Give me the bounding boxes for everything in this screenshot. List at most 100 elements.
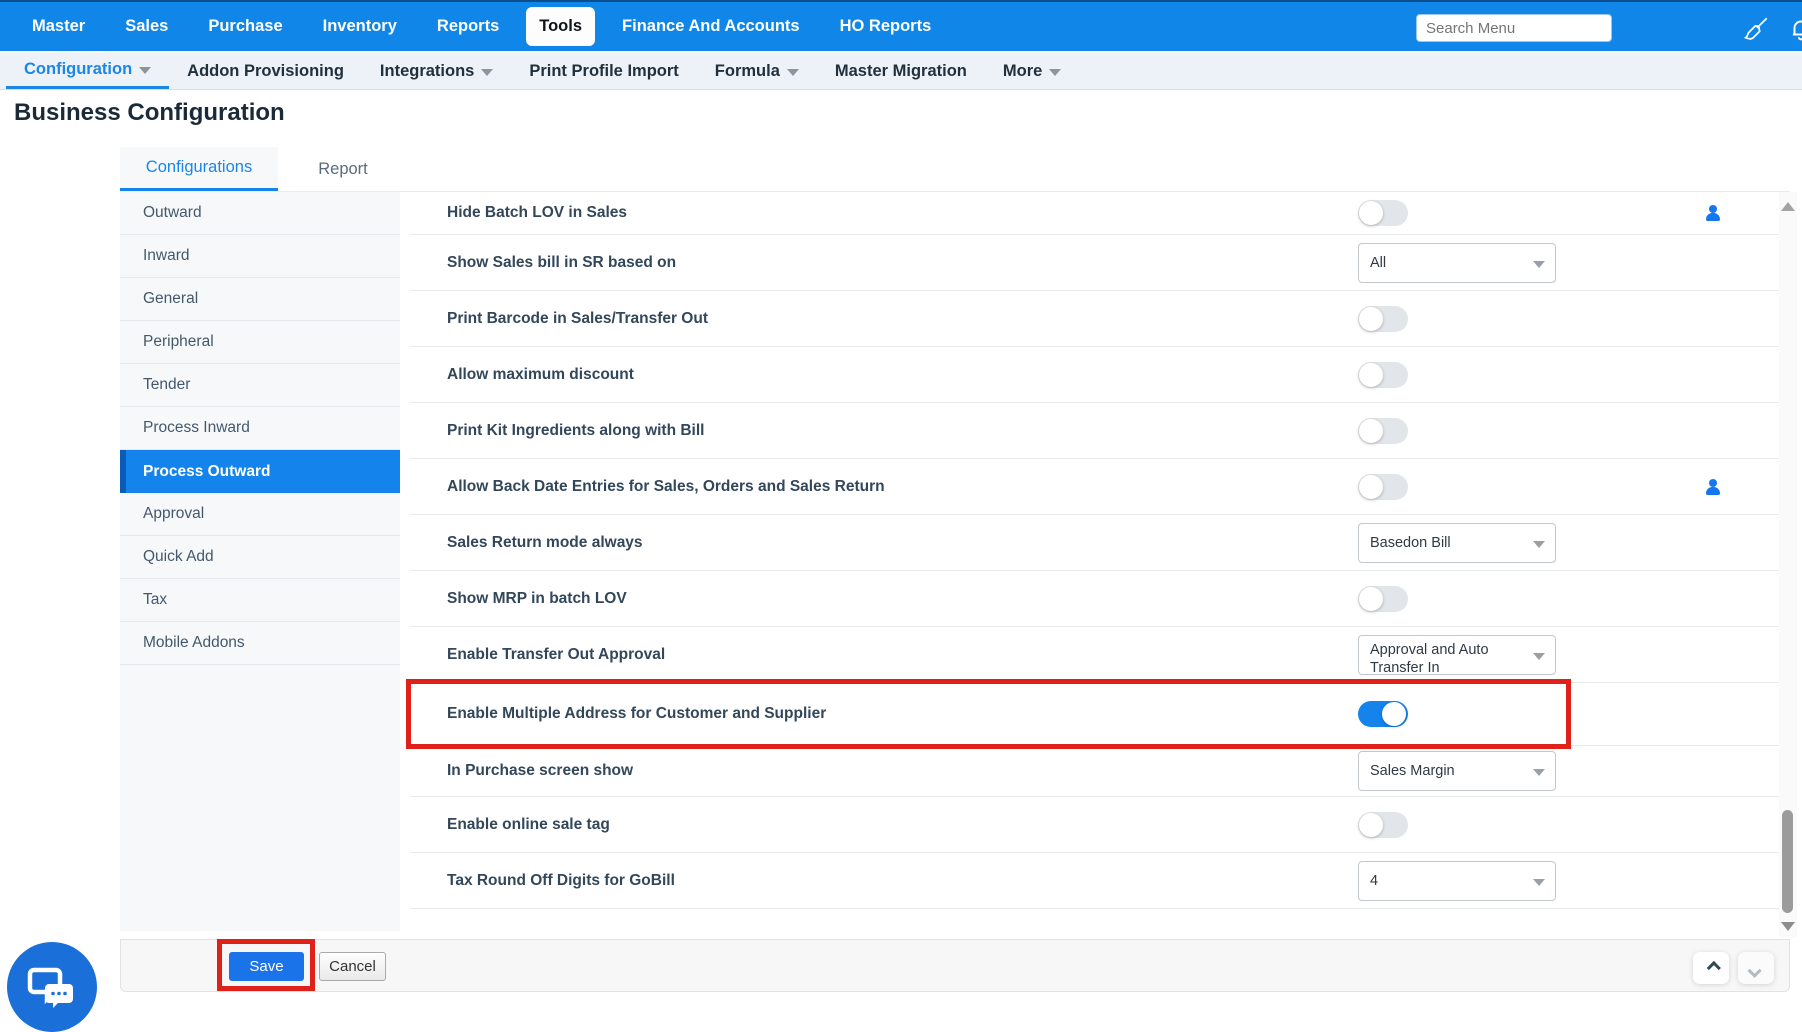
setting-row-in-purchase-screen-show: In Purchase screen show Sales Margin bbox=[410, 746, 1784, 797]
search-input[interactable] bbox=[1416, 14, 1612, 42]
sidebar-item-quick-add[interactable]: Quick Add bbox=[120, 536, 400, 579]
setting-label: Show MRP in batch LOV bbox=[447, 589, 627, 607]
scroll-to-top-button[interactable] bbox=[1693, 952, 1729, 984]
save-button[interactable]: Save bbox=[229, 952, 304, 981]
paintbrush-icon[interactable] bbox=[1743, 15, 1770, 41]
toggle-switch-print-barcode-in-sales-transfer-out[interactable] bbox=[1358, 305, 1408, 332]
setting-control bbox=[1358, 417, 1408, 444]
setting-control: Basedon Bill bbox=[1358, 522, 1556, 563]
sidebar-item-inward[interactable]: Inward bbox=[120, 235, 400, 278]
dropdown-caret-icon bbox=[139, 67, 152, 74]
dropdown-caret-icon bbox=[1533, 652, 1545, 660]
dropdown-caret-icon bbox=[1533, 878, 1545, 886]
user-icon-head bbox=[1709, 478, 1717, 487]
settings-list: Hide Batch LOV in Sales Show Sales bill i… bbox=[400, 191, 1790, 931]
dropdown-caret-icon bbox=[1533, 769, 1545, 776]
dropdown-caret-icon bbox=[786, 68, 799, 76]
sidebar-item-mobile-addons[interactable]: Mobile Addons bbox=[120, 622, 400, 665]
setting-row-enable-online-sale-tag: Enable online sale tag bbox=[410, 797, 1784, 853]
config-sidebar: Outward Inward General Peripheral Tender Proc… bbox=[120, 191, 400, 931]
sidebar-item-outward[interactable]: Outward bbox=[120, 192, 400, 235]
toggle-switch-allow-back-date-entries-for-sales-orders-and-sales-return[interactable] bbox=[1358, 473, 1408, 500]
toggle-knob bbox=[1359, 474, 1383, 499]
dropdown-tax-round-off-digits-for-gobill[interactable]: 4 bbox=[1358, 860, 1556, 901]
toggle-knob bbox=[1359, 812, 1383, 837]
toggle-switch-enable-multiple-address-for-customer-and-supplier[interactable] bbox=[1358, 701, 1408, 727]
top-nav-item-finance-and-accounts[interactable]: Finance And Accounts bbox=[622, 17, 800, 36]
tab-report[interactable]: Report bbox=[278, 147, 408, 191]
scrollbar-up-arrow-icon[interactable] bbox=[1781, 202, 1795, 211]
sub-nav-label: Master Migration bbox=[834, 61, 967, 80]
top-nav-item-master[interactable]: Master bbox=[32, 17, 85, 36]
setting-label: Allow maximum discount bbox=[447, 365, 634, 383]
sub-nav-item-integrations[interactable]: Integrations bbox=[362, 53, 511, 89]
sub-nav-item-master-migration[interactable]: Master Migration bbox=[817, 53, 985, 89]
top-nav-item-purchase[interactable]: Purchase bbox=[208, 17, 282, 36]
toggle-switch-enable-online-sale-tag[interactable] bbox=[1358, 811, 1408, 838]
settings-scrollbar[interactable] bbox=[1779, 192, 1797, 937]
setting-label: Sales Return mode always bbox=[447, 533, 643, 551]
toggle-switch-allow-maximum-discount[interactable] bbox=[1358, 361, 1408, 388]
top-nav-item-reports[interactable]: Reports bbox=[437, 17, 499, 36]
setting-control bbox=[1358, 200, 1408, 226]
dropdown-caret-icon bbox=[481, 68, 494, 76]
setting-control bbox=[1358, 305, 1408, 332]
scrollbar-down-arrow-icon[interactable] bbox=[1781, 922, 1795, 931]
setting-row-allow-maximum-discount: Allow maximum discount bbox=[410, 347, 1784, 403]
setting-label: Enable Transfer Out Approval bbox=[447, 645, 666, 663]
setting-label: Tax Round Off Digits for GoBill bbox=[447, 871, 675, 889]
sub-nav-item-print-profile-import[interactable]: Print Profile Import bbox=[511, 53, 696, 89]
toggle-switch-show-mrp-in-batch-lov[interactable] bbox=[1358, 585, 1408, 612]
sidebar-item-process-inward[interactable]: Process Inward bbox=[120, 407, 400, 450]
dropdown-sales-return-mode-always[interactable]: Basedon Bill bbox=[1358, 522, 1556, 563]
toggle-knob bbox=[1359, 306, 1383, 331]
sub-nav-label: Integrations bbox=[379, 61, 475, 80]
setting-label: Print Kit Ingredients along with Bill bbox=[447, 421, 705, 439]
setting-row-print-barcode-in-sales-transfer-out: Print Barcode in Sales/Transfer Out bbox=[410, 291, 1784, 347]
sub-nav-item-formula[interactable]: Formula bbox=[697, 53, 817, 89]
toggle-switch-print-kit-ingredients-along-with-bill[interactable] bbox=[1358, 417, 1408, 444]
dropdown-in-purchase-screen-show[interactable]: Sales Margin bbox=[1358, 751, 1556, 791]
sub-nav-item-configuration[interactable]: Configuration bbox=[6, 53, 170, 89]
dropdown-caret-icon bbox=[1533, 260, 1545, 268]
sidebar-item-general[interactable]: General bbox=[120, 278, 400, 321]
setting-control: Sales Margin bbox=[1358, 751, 1556, 791]
sidebar-item-approval[interactable]: Approval bbox=[120, 493, 400, 536]
sub-nav-label: Addon Provisioning bbox=[187, 61, 344, 80]
setting-row-print-kit-ingredients-along-with-bill: Print Kit Ingredients along with Bill bbox=[410, 403, 1784, 459]
scroll-to-bottom-button[interactable] bbox=[1738, 952, 1774, 984]
business-configuration-page: { "topbar": { "items": ["Master", "Sales… bbox=[0, 0, 1802, 1032]
setting-row-show-sales-bill-in-sr-based-on: Show Sales bill in SR based on All bbox=[410, 235, 1784, 291]
dropdown-show-sales-bill-in-sr-based-on[interactable]: All bbox=[1358, 242, 1556, 283]
setting-row-show-mrp-in-batch-lov: Show MRP in batch LOV bbox=[410, 571, 1784, 627]
scrollbar-thumb[interactable] bbox=[1782, 810, 1793, 913]
sub-nav-item-more[interactable]: More bbox=[985, 53, 1079, 89]
notification-bell-icon[interactable] bbox=[1788, 15, 1802, 41]
top-nav-bar: Master Sales Purchase Inventory Reports Tools… bbox=[0, 0, 1802, 51]
cancel-button[interactable]: Cancel bbox=[319, 952, 386, 981]
toggle-switch-hide-batch-lov-in-sales[interactable] bbox=[1358, 200, 1408, 226]
top-nav-item-tools[interactable]: Tools bbox=[526, 7, 596, 46]
setting-label: In Purchase screen show bbox=[447, 762, 634, 779]
top-nav-item-ho-reports[interactable]: HO Reports bbox=[840, 17, 932, 36]
setting-label: Allow Back Date Entries for Sales, Order… bbox=[447, 477, 885, 495]
config-tabs: Configurations Report bbox=[120, 147, 408, 191]
top-nav-item-inventory[interactable]: Inventory bbox=[323, 17, 397, 36]
dropdown-enable-transfer-out-approval[interactable]: Approval and Auto Transfer In bbox=[1358, 634, 1556, 675]
support-chat-button[interactable] bbox=[7, 942, 97, 1032]
top-nav-item-sales[interactable]: Sales bbox=[125, 17, 168, 36]
setting-label: Enable Multiple Address for Customer and… bbox=[447, 705, 827, 722]
sidebar-item-tax[interactable]: Tax bbox=[120, 579, 400, 622]
sidebar-item-peripheral[interactable]: Peripheral bbox=[120, 321, 400, 364]
dropdown-caret-icon bbox=[1049, 68, 1062, 76]
toggle-knob bbox=[1359, 418, 1383, 443]
setting-label: Show Sales bill in SR based on bbox=[447, 253, 677, 271]
tab-configurations[interactable]: Configurations bbox=[120, 147, 278, 191]
sub-nav-label: More bbox=[1002, 61, 1043, 80]
setting-row-enable-transfer-out-approval: Enable Transfer Out Approval Approval and… bbox=[410, 627, 1784, 683]
setting-control bbox=[1358, 701, 1408, 727]
sidebar-item-tender[interactable]: Tender bbox=[120, 364, 400, 407]
sub-nav-item-addon-provisioning[interactable]: Addon Provisioning bbox=[169, 53, 362, 89]
setting-control bbox=[1358, 811, 1408, 838]
sidebar-item-process-outward[interactable]: Process Outward bbox=[120, 450, 400, 493]
